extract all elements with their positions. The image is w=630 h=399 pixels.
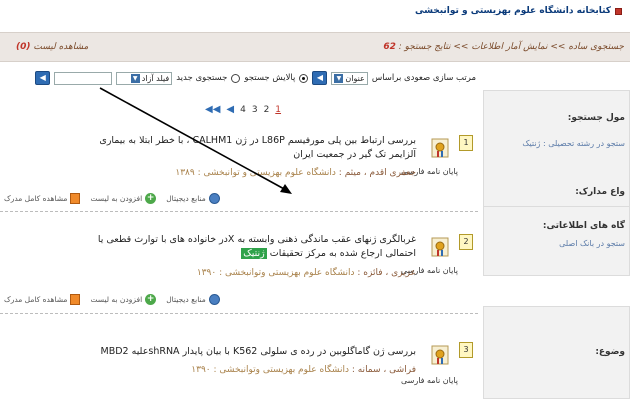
- chevron-down-icon: ▼: [334, 73, 344, 83]
- library-title-text: کتابخانه دانشگاه علوم بهزیستی و توانبخشی: [414, 6, 611, 16]
- publisher: دانشگاه علوم بهزیستی وتوانبخشی :: [213, 365, 349, 375]
- digital-resources-icon: [208, 193, 220, 204]
- refine-search-radio[interactable]: [299, 73, 309, 83]
- sort-bar: مرتب سازی صعودی براساس عنوان ▼ ◀ پالایش …: [18, 68, 476, 88]
- add-to-list-link[interactable]: + افزودن به لیست: [90, 294, 157, 305]
- result-author: جعفری اقدم ، میثم : دانشگاه علوم بهزیستی…: [175, 168, 416, 178]
- result-item: 3 پایان نامه فارسی بررسی ژن گاماگلوبین د…: [0, 322, 478, 399]
- first-page-icon[interactable]: ◀◀: [205, 104, 220, 115]
- search-text-input[interactable]: [54, 71, 113, 85]
- view-full-record-link[interactable]: مشاهده کامل مدرک: [4, 294, 81, 305]
- result-title[interactable]: بررسی ارتباط بین پلی مورفیسم L86P در ژن …: [71, 134, 416, 162]
- result-number: 2: [459, 234, 473, 250]
- page-link-1[interactable]: 1: [275, 105, 281, 115]
- breadcrumb: جستجوی ساده >> نمایش آمار اطلاعات >> نتا…: [383, 42, 624, 52]
- publisher: دانشگاه علوم بهزیستی وتوانبخشی :: [219, 268, 355, 278]
- sort-field-value: عنوان: [345, 73, 365, 83]
- search-term-highlight: ژنتیک: [241, 248, 267, 259]
- thesis-icon: [431, 237, 449, 257]
- result-item: 1 پایان نامه فارسی بررسی ارتباط بین پلی …: [0, 125, 478, 212]
- top-bar: کتابخانه دانشگاه علوم بهزیستی و توانبخشی: [0, 0, 630, 22]
- author-name[interactable]: فراشی ، سمانه :: [352, 365, 416, 375]
- sidebar-subject: وضوع:: [483, 306, 630, 399]
- document-icon: [70, 193, 81, 204]
- author-name[interactable]: عزیزی ، فائزه :: [357, 268, 416, 278]
- search-go-button[interactable]: ◀: [35, 71, 51, 85]
- year: ۱۳۸۹: [175, 168, 195, 178]
- bullet-icon: [615, 7, 622, 15]
- search-fields-heading: مول جستجو:: [567, 113, 625, 123]
- view-full-record-label: مشاهده کامل مدرک: [4, 295, 68, 304]
- pagination: ◀◀ ◀ 4 3 2 1: [205, 104, 281, 115]
- publisher: دانشگاه علوم بهزیستی و توانبخشی :: [197, 168, 336, 178]
- author-name[interactable]: جعفری اقدم ، میثم :: [339, 168, 416, 178]
- plus-icon: +: [145, 193, 157, 204]
- refine-search-label: پالایش جستجو: [244, 73, 296, 83]
- view-list-link[interactable]: مشاهده لیست (0): [10, 42, 88, 52]
- breadcrumb-text[interactable]: جستجوی ساده >> نمایش آمار اطلاعات >> نتا…: [399, 42, 624, 52]
- prev-page-icon[interactable]: ◀: [226, 104, 234, 115]
- result-count: 62: [383, 42, 396, 52]
- databases-heading: گاه های اطلاعاتی:: [542, 221, 625, 231]
- search-field-select[interactable]: فیلد آزاد ▼: [116, 71, 173, 85]
- sidebar-databases: گاه های اطلاعاتی: ستجو در بانک اصلی: [483, 206, 630, 276]
- view-list-label[interactable]: مشاهده لیست: [33, 42, 88, 52]
- page-link-2[interactable]: 2: [264, 105, 270, 115]
- add-to-list-link[interactable]: + افزودن به لیست: [90, 193, 157, 204]
- result-author: عزیزی ، فائزه : دانشگاه علوم بهزیستی وتو…: [197, 268, 416, 278]
- result-title[interactable]: بررسی ژن گاماگلوبین در رده ی سلولی K562 …: [71, 345, 417, 359]
- thesis-icon: [431, 345, 449, 365]
- databases-value[interactable]: ستجو در بانک اصلی: [559, 239, 625, 248]
- doc-types-heading: واع مدارک:: [575, 187, 625, 197]
- view-full-record-link[interactable]: مشاهده کامل مدرک: [4, 193, 81, 204]
- year: ۱۳۹۰: [191, 365, 211, 375]
- sort-go-button[interactable]: ◀: [312, 71, 328, 85]
- search-field-value: فیلد آزاد: [141, 73, 170, 83]
- view-list-count: (0): [16, 42, 31, 52]
- new-search-radio[interactable]: [231, 73, 241, 83]
- sort-field-select[interactable]: عنوان ▼: [331, 71, 368, 85]
- view-full-record-label: مشاهده کامل مدرک: [4, 194, 68, 203]
- sidebar-search-fields: مول جستجو: ستجو در رشته تحصیلی : ژنتیک و…: [483, 90, 630, 222]
- chevron-down-icon: ▼: [130, 73, 140, 83]
- result-title[interactable]: غربالگری ژنهای عقب ماندگی ذهنی وابسته به…: [71, 233, 416, 261]
- result-author: فراشی ، سمانه : دانشگاه علوم بهزیستی وتو…: [191, 365, 416, 375]
- plus-icon: +: [145, 294, 157, 305]
- digital-resources-link[interactable]: منابع دیجیتال: [166, 294, 220, 305]
- year: ۱۳۹۰: [196, 268, 217, 278]
- new-search-label: جستجوی جدید: [176, 73, 228, 83]
- add-to-list-label: افزودن به لیست: [90, 295, 143, 304]
- page-link-4[interactable]: 4: [240, 105, 246, 115]
- add-to-list-label: افزودن به لیست: [90, 194, 143, 203]
- subject-heading: وضوع:: [595, 347, 625, 357]
- page-link-3[interactable]: 3: [252, 105, 258, 115]
- breadcrumb-bar: جستجوی ساده >> نمایش آمار اطلاعات >> نتا…: [0, 32, 630, 62]
- sort-label: مرتب سازی صعودی براساس: [371, 73, 476, 83]
- digital-resources-icon: [208, 294, 220, 305]
- digital-resources-label: منابع دیجیتال: [166, 295, 206, 304]
- digital-resources-link[interactable]: منابع دیجیتال: [166, 193, 220, 204]
- result-number: 1: [459, 135, 473, 151]
- digital-resources-label: منابع دیجیتال: [166, 194, 206, 203]
- document-icon: [70, 294, 81, 305]
- result-type: پایان نامه فارسی: [400, 376, 458, 385]
- thesis-icon: [431, 138, 449, 158]
- search-fields-value[interactable]: ستجو در رشته تحصیلی : ژنتیک: [522, 139, 625, 148]
- result-actions: منابع دیجیتال + افزودن به لیست مشاهده کا…: [4, 294, 220, 305]
- result-number: 3: [459, 342, 473, 358]
- result-item: 2 پایان نامه فارسی غربالگری ژنهای عقب ما…: [0, 222, 478, 314]
- result-actions: منابع دیجیتال + افزودن به لیست مشاهده کا…: [4, 193, 220, 204]
- library-title: کتابخانه دانشگاه علوم بهزیستی و توانبخشی: [415, 6, 622, 16]
